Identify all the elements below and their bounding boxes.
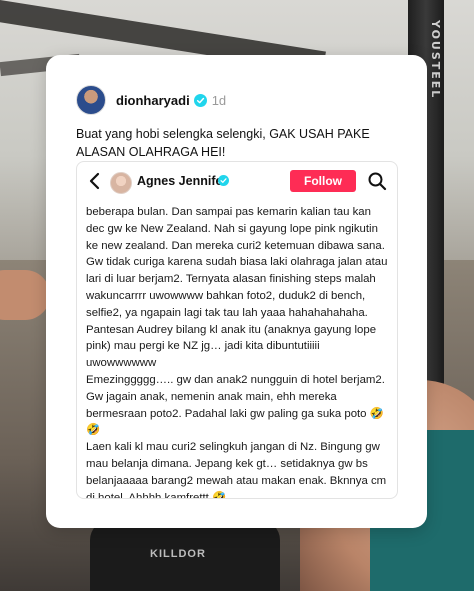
embedded-post-text: beberapa bulan. Dan sampai pas kemarin k…: [86, 204, 392, 499]
post-card: dionharyadi 1d Buat yang hobi selengka s…: [46, 55, 427, 528]
verified-badge-icon: [218, 175, 229, 186]
embedded-paragraph: Laen kali kl mau curi2 selingkuh jangan …: [86, 441, 387, 499]
embedded-paragraph: beberapa bulan. Dan sampai pas kemarin k…: [86, 206, 388, 370]
post-timestamp: 1d: [211, 92, 227, 108]
embedded-paragraph: Emezinggggg….. gw dan anak2 nungguin di …: [86, 373, 385, 437]
embedded-header-bar: Agnes Jennifer Follow: [77, 162, 397, 200]
embedded-profile-name[interactable]: Agnes Jennifer: [137, 174, 227, 188]
background-pole-text: YOUSTEEL: [429, 20, 442, 100]
search-icon[interactable]: [367, 171, 387, 191]
background-arm: [0, 270, 50, 320]
verified-badge-icon: [193, 93, 207, 107]
post-header: dionharyadi 1d: [76, 85, 227, 115]
embedded-profile-avatar[interactable]: [110, 172, 132, 194]
author-avatar[interactable]: [76, 85, 106, 115]
follow-button[interactable]: Follow: [290, 170, 356, 192]
embedded-screenshot: Agnes Jennifer Follow beberapa bulan. Da…: [76, 161, 398, 499]
post-caption: Buat yang hobi selengka selengki, GAK US…: [76, 127, 370, 159]
chevron-left-icon[interactable]: [87, 172, 103, 190]
background-legs-text: KILLDOR: [150, 548, 206, 560]
author-username[interactable]: dionharyadi: [116, 93, 190, 108]
